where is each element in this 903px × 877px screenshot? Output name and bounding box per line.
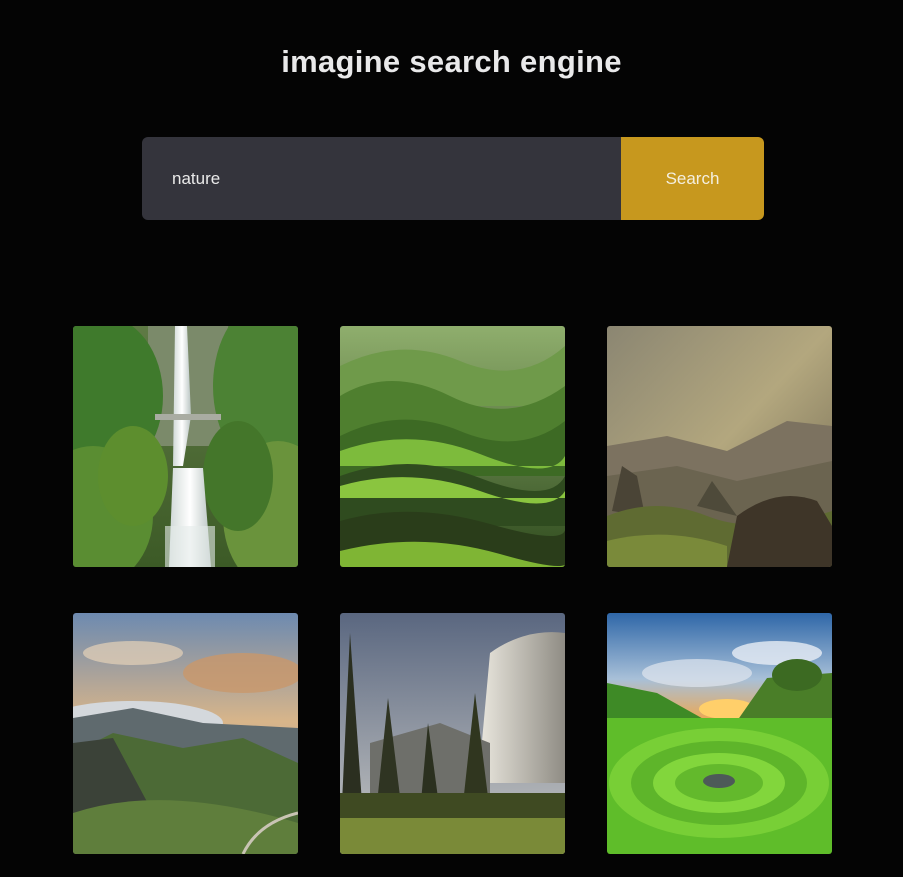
result-image-cliff-pines[interactable]: [340, 613, 565, 854]
result-image-waterfall[interactable]: [73, 326, 298, 567]
green-hills-image: [340, 326, 565, 567]
result-image-misty-mountains[interactable]: [607, 326, 832, 567]
spiral-meadow-image: [607, 613, 832, 854]
search-input[interactable]: [142, 137, 621, 220]
result-image-spiral-meadow[interactable]: [607, 613, 832, 854]
page: imagine search engine Search: [0, 0, 903, 877]
page-title: imagine search engine: [281, 44, 622, 79]
cliff-pines-image: [340, 613, 565, 854]
image-results-grid: [73, 326, 832, 854]
search-bar: Search: [142, 137, 764, 220]
result-image-valley-clouds[interactable]: [73, 613, 298, 854]
search-button[interactable]: Search: [621, 137, 764, 220]
result-image-green-hills[interactable]: [340, 326, 565, 567]
waterfall-image: [73, 326, 298, 567]
valley-clouds-image: [73, 613, 298, 854]
misty-mountains-image: [607, 326, 832, 567]
